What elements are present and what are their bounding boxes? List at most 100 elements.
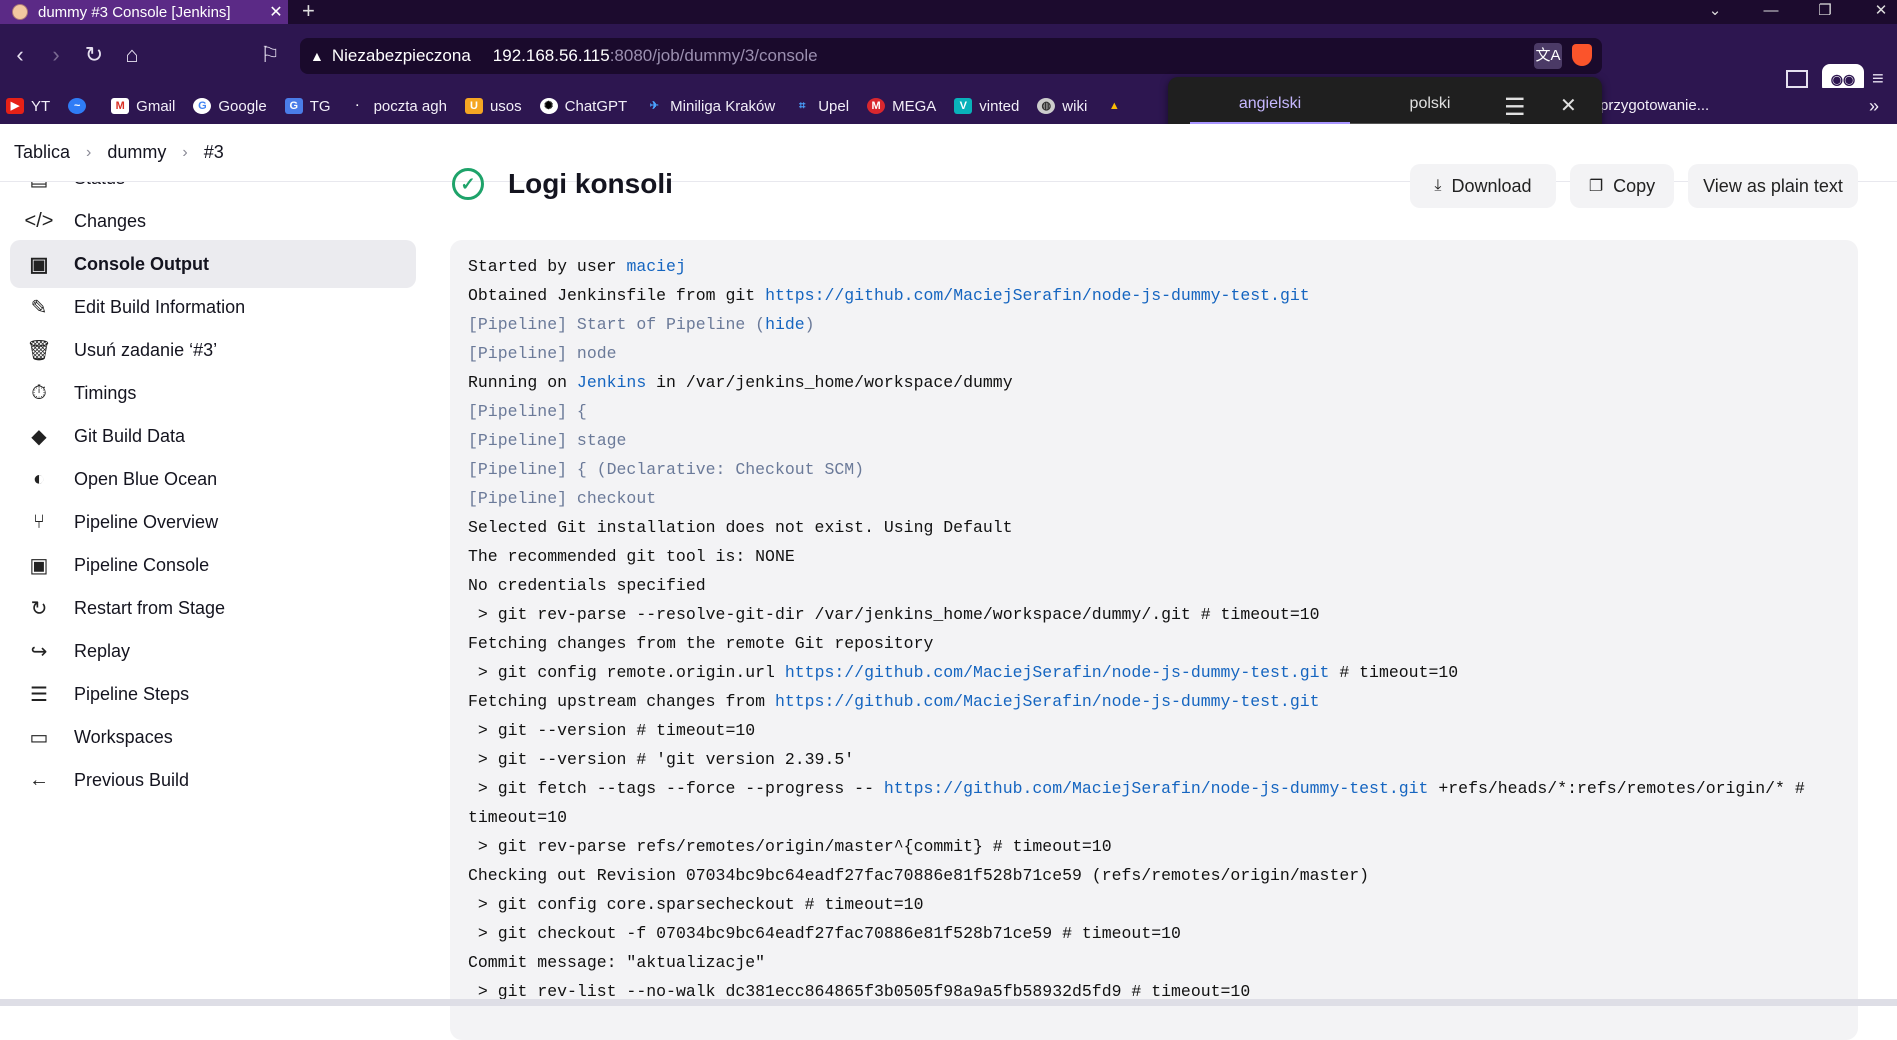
copy-button[interactable]: ❐ Copy [1570,164,1674,208]
tab-close-icon[interactable]: ✕ [264,2,288,22]
sidebar-item-changes[interactable]: </> Changes [10,197,416,245]
translate-close-icon[interactable]: ✕ [1560,93,1577,118]
translate-options-icon[interactable]: ☰ [1504,93,1526,122]
bookmark-tg[interactable]: G TG [284,98,331,115]
sidebar-item-previous-build[interactable]: ← Previous Build [10,756,416,804]
bookmark-mega[interactable]: M MEGA [867,98,936,115]
home-icon[interactable]: ⌂ [118,44,146,66]
sidebar-item-edit-build-information[interactable]: ✎ Edit Build Information [10,283,416,331]
sidebar-item-pipeline-console[interactable]: ▣ Pipeline Console [10,541,416,589]
code-icon: </> [24,209,54,232]
sidebar-item-workspaces[interactable]: ▭ Workspaces [10,713,416,761]
console-line: Selected Git installation does not exist… [468,513,1840,542]
console-line: Obtained Jenkinsfile from git https://gi… [468,281,1840,310]
console-text: > git config core.sparsecheckout # timeo… [468,895,924,914]
edit-icon: ✎ [30,296,48,319]
bookmark-miniliga[interactable]: ✈ Miniliga Kraków [645,98,776,115]
breadcrumb-dashboard[interactable]: Tablica [14,142,70,163]
breadcrumb-separator-icon: › [86,143,92,161]
brave-shields-icon[interactable] [1572,44,1592,66]
bookmark-vinted[interactable]: Vvinted [954,98,1019,115]
download-button[interactable]: ⤓ Download [1410,164,1556,208]
stopwatch-icon: ⏱ [31,381,47,404]
console-text: > git --version # timeout=10 [468,721,756,740]
sidebar-item-replay[interactable]: ↪ Replay [10,627,416,675]
console-link[interactable]: https://github.com/MaciejSerafin/node-js… [775,692,1320,711]
console-link[interactable]: Jenkins [577,373,646,392]
console-text: [Pipeline] checkout [468,489,657,508]
bookmark-google[interactable]: G Google [193,98,267,115]
sidebar-item-label: Restart from Stage [74,597,226,618]
tab-search-chevron-icon[interactable]: ⌄ [1700,0,1730,24]
console-link[interactable]: maciej [626,257,685,276]
security-status[interactable]: Niezabezpieczona [332,46,471,66]
breadcrumb-job[interactable]: dummy [107,142,166,163]
console-link[interactable]: hide [765,315,805,334]
bookmarks-more-icon[interactable]: » [1869,96,1879,117]
translate-target-language[interactable]: polski [1350,95,1510,113]
translate-source-language[interactable]: angielski [1190,95,1350,113]
sidebar-item-git-build-data[interactable]: ◆ Git Build Data [10,412,416,460]
console-line: > git --version # timeout=10 [468,716,1840,745]
minimize-icon[interactable]: — [1756,0,1786,24]
console-link[interactable]: https://github.com/MaciejSerafin/node-js… [884,779,1429,798]
bookmark-usos[interactable]: Uusos [464,98,522,115]
forward-arrow-icon[interactable]: › [42,44,70,66]
bookmark-gmail[interactable]: M Gmail [111,98,175,115]
sidebar-item-label: Git Build Data [74,425,186,446]
console-line: Running on Jenkins in /var/jenkins_home/… [468,368,1840,397]
sidebar-item-pipeline-overview[interactable]: ⑂ Pipeline Overview [10,498,416,546]
sidebar-item-timings[interactable]: ⏱ Timings [10,369,416,417]
google-icon: G [193,98,212,114]
sidebar-toggle-icon[interactable] [1786,70,1808,88]
bookmark-upel[interactable]: ⌗ Upel [793,98,849,115]
console-text: > git rev-parse refs/remotes/origin/mast… [468,837,1112,856]
vinted-icon: V [954,98,973,114]
download-icon: ⤓ [1434,177,1442,194]
console-line: [Pipeline] { [468,397,1840,426]
bookmark-drive[interactable]: ▲ [1105,98,1130,114]
translate-icon[interactable]: 文A [1534,43,1562,69]
copy-icon: ❐ [1588,178,1604,195]
horizontal-scrollbar[interactable] [0,999,1897,1006]
bookmark-wiki[interactable]: ◍ wiki [1037,98,1087,115]
sidebar-item-label: Changes [74,210,147,231]
address-bar[interactable]: ▲ Niezabezpieczona 192.168.56.115:8080/j… [300,38,1602,74]
console-link[interactable]: https://github.com/MaciejSerafin/node-js… [785,663,1330,682]
browser-tab-active[interactable]: dummy #3 Console [Jenkins] ✕ [0,0,288,24]
new-tab-button[interactable]: + [302,0,315,24]
restore-icon[interactable]: ❐ [1810,0,1840,24]
bookmarks-bar: ▶ YT ~ M Gmail G Google G TG · poczta agh Uus… [0,88,1897,124]
sidebar-item-restart-from-stage[interactable]: ↻ Restart from Stage [10,584,416,632]
page-title: Logi konsoli [508,168,673,199]
breadcrumb-build[interactable]: #3 [204,142,224,163]
bookmark-chatgpt[interactable]: ✺ ChatGPT [539,98,627,115]
bookmark-messenger[interactable]: ~ [68,98,93,114]
bookmark-icon[interactable]: ⚐ [256,44,284,66]
console-text: > git config remote.origin.url [468,663,785,682]
breadcrumb-separator-icon: › [182,143,188,161]
console-line: [Pipeline] stage [468,426,1840,455]
bookmark-overflow-label[interactable]: przygotowanie... [1600,88,1709,124]
sidebar-item-label: Edit Build Information [74,296,246,317]
warning-icon[interactable]: ▲ [310,48,324,64]
console-line: [Pipeline] Start of Pipeline (hide) [468,310,1840,339]
view-plain-text-button[interactable]: View as plain text [1688,164,1858,208]
bookmark-yt[interactable]: ▶ YT [6,98,50,115]
sidebar-item-console-output[interactable]: ▣ Console Output [10,240,416,288]
console-text: > git fetch --tags --force --progress -- [468,779,884,798]
back-arrow-icon[interactable]: ‹ [6,44,34,66]
console-line: > git rev-parse --resolve-git-dir /var/j… [468,600,1840,629]
url-host: 192.168.56.115 [492,46,610,65]
window-close-icon[interactable]: ✕ [1866,0,1896,24]
console-text: ) [804,315,815,334]
console-text: Fetching changes from the remote Git rep… [468,634,934,653]
reload-icon[interactable]: ↻ [80,44,108,66]
sidebar-item-usu-zadanie-3[interactable]: 🗑 Usuń zadanie ‘#3’ [10,326,416,374]
console-line: > git config remote.origin.url https://g… [468,658,1840,687]
bookmark-poczta-agh[interactable]: · poczta agh [349,98,447,115]
console-link[interactable]: https://github.com/MaciejSerafin/node-js… [765,286,1310,305]
console-line: > git rev-parse refs/remotes/origin/mast… [468,832,1840,861]
sidebar-item-pipeline-steps[interactable]: ☰ Pipeline Steps [10,670,416,718]
sidebar-item-open-blue-ocean[interactable]: ◐ Open Blue Ocean [10,455,416,503]
